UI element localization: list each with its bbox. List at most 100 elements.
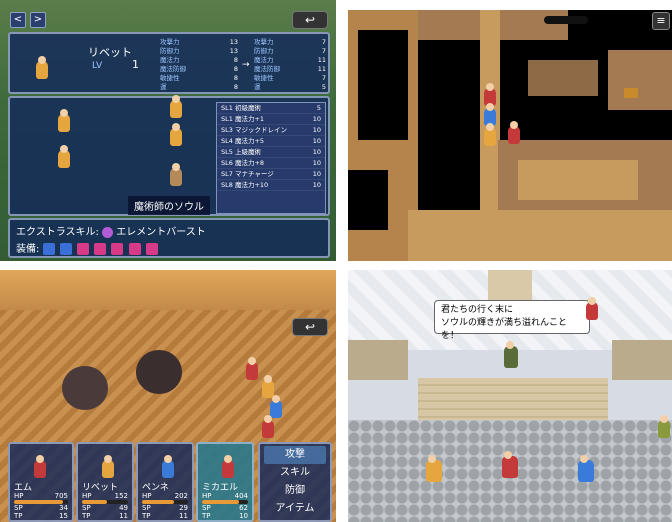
sp-row: SP 29 bbox=[142, 504, 188, 512]
extra-skill-window: エクストラスキル: エレメントバースト 装備: bbox=[8, 218, 330, 258]
level-label: LV bbox=[92, 61, 103, 71]
treasure-chest[interactable] bbox=[624, 88, 638, 98]
dialog-line-2: ソウルの輝きが満ち溢れんことを！ bbox=[441, 318, 568, 341]
stat-label: 防御力 bbox=[160, 47, 180, 55]
stat-row: 防御力 7 bbox=[254, 47, 326, 56]
soul-slot-sprite[interactable] bbox=[58, 145, 70, 168]
member-stats: HP 705 SP 34 TP 15 bbox=[14, 492, 68, 520]
stat-label: 攻撃力 bbox=[254, 38, 274, 46]
stat-label: 魔法防御 bbox=[160, 65, 186, 73]
sp-label: SP bbox=[82, 504, 91, 512]
cave-wall bbox=[528, 60, 598, 96]
stat-value: 11 bbox=[317, 56, 326, 64]
stat-label: 敏捷性 bbox=[160, 74, 180, 82]
speech-bubble[interactable]: 君たちの行く末に ソウルの輝きが満ち溢れんことを！ bbox=[434, 300, 590, 341]
level-value: 1 bbox=[132, 58, 139, 71]
party-member-card[interactable]: エム HP 705 SP 34 TP 15 bbox=[8, 442, 74, 522]
sp-value: 62 bbox=[239, 504, 248, 512]
hp-row: HP 705 bbox=[14, 492, 68, 500]
tp-row: TP 15 bbox=[14, 512, 68, 520]
skill-row[interactable]: SL7 マナチャージ 10 bbox=[217, 169, 325, 180]
plaza-scene: 君たちの行く末に ソウルの輝きが満ち溢れんことを！ bbox=[348, 270, 672, 522]
armor-icon bbox=[94, 243, 107, 255]
menu-icon[interactable]: ≡ bbox=[652, 12, 670, 30]
stat-value: 8 bbox=[233, 56, 238, 64]
skill-row[interactable]: SL8 魔法力+10 10 bbox=[217, 180, 325, 191]
skill-row[interactable]: SL4 魔法力+5 10 bbox=[217, 136, 325, 147]
tp-label: TP bbox=[82, 512, 91, 520]
skill-row[interactable]: SL1 初級魔術 5 bbox=[217, 103, 325, 114]
skill-cost: 10 bbox=[312, 181, 321, 189]
stat-label: 防御力 bbox=[254, 47, 274, 55]
skill-cost: 10 bbox=[312, 137, 321, 145]
sp-row: SP 34 bbox=[14, 504, 68, 512]
stat-label: 魔法力 bbox=[254, 56, 274, 64]
npc-priest-sprite[interactable] bbox=[504, 341, 518, 368]
skill-cost: 10 bbox=[312, 148, 321, 156]
stat-value: 7 bbox=[321, 74, 326, 82]
party-member-card-active[interactable]: ミカエル HP 404 SP 62 TP 10 bbox=[196, 442, 254, 522]
enemy-scorpion[interactable] bbox=[62, 366, 108, 410]
stat-value: 13 bbox=[229, 47, 238, 55]
member-stats: HP 404 SP 62 TP 10 bbox=[202, 492, 248, 520]
skill-cost: 5 bbox=[316, 104, 321, 112]
stat-value: 5 bbox=[321, 83, 326, 91]
balustrade-right bbox=[612, 340, 672, 380]
enemy-scorpion[interactable] bbox=[136, 350, 182, 394]
back-button[interactable]: ↩ bbox=[292, 318, 328, 336]
back-button[interactable]: ↩ bbox=[292, 11, 328, 29]
command-skill[interactable]: スキル bbox=[264, 464, 326, 482]
arrow-icon: → bbox=[242, 60, 250, 70]
cave-floor bbox=[518, 160, 638, 200]
sp-value: 29 bbox=[179, 504, 188, 512]
sp-value: 34 bbox=[59, 504, 68, 512]
npc-redhair-sprite[interactable] bbox=[586, 297, 598, 320]
stat-row: 攻撃力 7 bbox=[254, 38, 326, 47]
cave-opening bbox=[544, 16, 588, 24]
next-actor-button[interactable]: > bbox=[30, 12, 46, 28]
stat-label: 敏捷性 bbox=[254, 74, 274, 82]
party-member-card[interactable]: リベット HP 152 SP 49 TP 11 bbox=[76, 442, 134, 522]
book-icon bbox=[76, 243, 89, 255]
stat-label: 運 bbox=[160, 83, 167, 91]
actor-sprite-ribet bbox=[36, 56, 48, 79]
soul-slot-sprite[interactable] bbox=[58, 109, 70, 132]
hp-label: HP bbox=[82, 492, 92, 500]
command-item[interactable]: アイテム bbox=[264, 500, 326, 518]
party-sprite bbox=[426, 455, 442, 482]
hp-label: HP bbox=[142, 492, 152, 500]
hat-icon bbox=[128, 243, 141, 255]
soul-slot-sprite[interactable] bbox=[170, 163, 182, 186]
skill-row[interactable]: SL1 魔法力+1 10 bbox=[217, 114, 325, 125]
tp-value: 15 bbox=[59, 512, 68, 520]
prev-actor-button[interactable]: < bbox=[10, 12, 26, 28]
party-sprite bbox=[270, 395, 282, 418]
command-attack[interactable]: 攻撃 bbox=[264, 446, 326, 464]
accessory-icon bbox=[145, 243, 158, 255]
tp-value: 10 bbox=[239, 512, 248, 520]
party-member-card[interactable]: ペンネ HP 202 SP 29 TP 11 bbox=[136, 442, 194, 522]
stat-value: 7 bbox=[321, 38, 326, 46]
command-guard[interactable]: 防御 bbox=[264, 482, 326, 500]
skill-name: SL5 上級魔術 bbox=[221, 148, 261, 156]
stat-value: 8 bbox=[233, 83, 238, 91]
soul-slot-sprite[interactable] bbox=[170, 95, 182, 118]
tp-value: 11 bbox=[119, 512, 128, 520]
soul-slot-sprite[interactable] bbox=[170, 123, 182, 146]
sp-row: SP 62 bbox=[202, 504, 248, 512]
skill-row[interactable]: SL3 マジックドレイン 10 bbox=[217, 125, 325, 136]
cave-map-screen: ≡ bbox=[348, 10, 672, 261]
stat-row: 魔法防御 8 bbox=[160, 65, 238, 74]
element-icon bbox=[102, 226, 114, 238]
extra-skill-line: エクストラスキル: エレメントバースト bbox=[16, 223, 206, 238]
weapon-icon bbox=[42, 243, 55, 255]
cave-void bbox=[348, 170, 388, 230]
skill-cost: 10 bbox=[312, 159, 321, 167]
skill-name: SL8 魔法力+10 bbox=[221, 181, 269, 189]
npc-edge-sprite[interactable] bbox=[658, 415, 670, 438]
hp-value: 152 bbox=[114, 492, 128, 500]
wand-icon bbox=[59, 243, 72, 255]
skill-row[interactable]: SL5 上級魔術 10 bbox=[217, 147, 325, 158]
skill-row[interactable]: SL6 魔法力+8 10 bbox=[217, 158, 325, 169]
skill-cost: 10 bbox=[312, 115, 321, 123]
